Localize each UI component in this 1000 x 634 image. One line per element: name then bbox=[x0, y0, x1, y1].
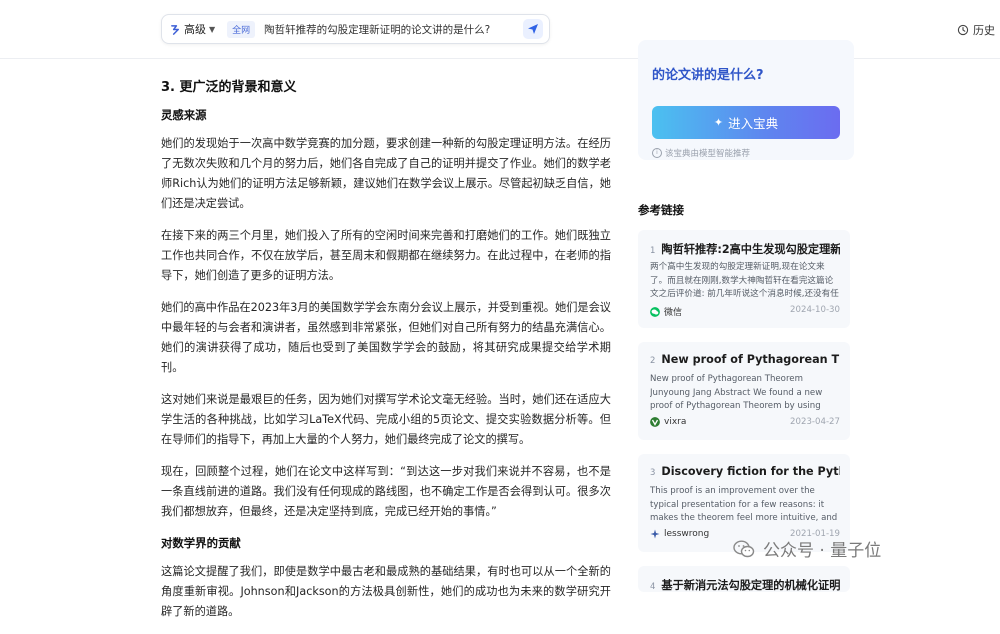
reference-card[interactable]: 1 陶哲轩推荐:2高中生发现勾股定理新证明 两个高中生发现的勾股定理新证明,现在论… bbox=[638, 230, 850, 328]
mode-icon bbox=[171, 24, 179, 35]
ref-title: 陶哲轩推荐:2高中生发现勾股定理新证明 bbox=[661, 243, 840, 256]
paragraph: 她们的高中作品在2023年3月的美国数学学会东南分会议上展示，并受到重视。她们是… bbox=[161, 301, 611, 374]
card-question: 的论文讲的是什么? bbox=[652, 68, 764, 83]
send-button[interactable] bbox=[523, 19, 543, 39]
watermark-text: 公众号 · 量子位 bbox=[763, 541, 882, 561]
ref-number: 4 bbox=[650, 582, 656, 592]
subheading-contribution: 对数学界的贡献 bbox=[161, 536, 241, 550]
paragraph: 现在，回顾整个过程，她们在论文中这样写到：“到达这一步对我们来说并不容易，也不是… bbox=[161, 465, 611, 518]
ref-title: 基于新消元法勾股定理的机械化证明 bbox=[661, 579, 840, 592]
history-button[interactable]: 历史 bbox=[957, 22, 995, 38]
history-icon bbox=[957, 24, 969, 36]
wechat-icon bbox=[650, 306, 660, 317]
baodian-card: 的论文讲的是什么? ✦ 进入宝典 i 该宝典由模型智能推荐 bbox=[638, 40, 854, 160]
card-note: i 该宝典由模型智能推荐 bbox=[652, 147, 750, 159]
paragraph: 她们的发现始于一次高中数学竞赛的加分题，要求创建一种新的勾股定理证明方法。在经历… bbox=[161, 137, 611, 210]
info-icon: i bbox=[652, 148, 662, 158]
ref-date: 2024-10-30 bbox=[790, 305, 840, 315]
sparkle-icon: ✦ bbox=[713, 116, 724, 129]
vixra-icon bbox=[650, 417, 660, 427]
mode-selector[interactable]: 高级 ▼ bbox=[170, 21, 215, 37]
ref-number: 3 bbox=[650, 468, 656, 478]
search-box[interactable]: 高级 ▼ 全网 陶哲轩推荐的勾股定理新证明的论文讲的是什么? bbox=[161, 14, 550, 44]
ref-title: New proof of Pythagorean Theorem bbox=[661, 353, 840, 366]
send-icon bbox=[528, 24, 538, 34]
watermark: 公众号 · 量子位 bbox=[733, 536, 881, 561]
ref-source: vixra bbox=[664, 417, 687, 427]
section-heading: 3. 更广泛的背景和意义 bbox=[161, 80, 297, 95]
paragraph: 这对她们来说是最艰巨的任务，因为她们对撰写学术论文毫无经验。当时，她们还在适应大… bbox=[161, 393, 611, 446]
enter-baodian-button[interactable]: ✦ 进入宝典 bbox=[652, 106, 840, 139]
ref-title: Discovery fiction for the Pythagorean bbox=[661, 465, 840, 478]
subheading-inspiration: 灵感来源 bbox=[161, 108, 207, 122]
reference-card[interactable]: 2 New proof of Pythagorean Theorem New pr… bbox=[638, 342, 850, 440]
history-label: 历史 bbox=[973, 24, 995, 37]
ref-description: 两个高中生发现的勾股定理新证明,现在论文来了。而且就在刚刚,数学大神陶哲轩在看完… bbox=[650, 262, 839, 300]
search-input[interactable]: 陶哲轩推荐的勾股定理新证明的论文讲的是什么? bbox=[264, 22, 490, 37]
reference-card[interactable]: 4 基于新消元法勾股定理的机械化证明 bbox=[638, 566, 850, 592]
ref-description: This proof is an improvement over the ty… bbox=[650, 486, 838, 524]
paragraph: 这篇论文提醒了我们，即使是数学中最古老和最成熟的基础结果，有时也可以从一个全新的… bbox=[161, 565, 611, 618]
ref-source: 微信 bbox=[664, 308, 683, 318]
scope-badge[interactable]: 全网 bbox=[227, 20, 256, 38]
references-title: 参考链接 bbox=[638, 203, 684, 217]
card-note-text: 该宝典由模型智能推荐 bbox=[665, 149, 751, 159]
ref-description: New proof of Pythagorean Theorem Junyoun… bbox=[650, 374, 823, 412]
enter-baodian-label: 进入宝典 bbox=[728, 116, 779, 131]
wechat-logo-icon bbox=[733, 539, 755, 557]
ref-number: 2 bbox=[650, 356, 656, 366]
ref-date: 2023-04-27 bbox=[790, 417, 840, 427]
ref-number: 1 bbox=[650, 246, 656, 256]
mode-label: 高级 bbox=[184, 23, 206, 36]
ref-source: lesswrong bbox=[664, 529, 710, 539]
article-content: 3. 更广泛的背景和意义 灵感来源 她们的发现始于一次高中数学竞赛的加分题，要求… bbox=[161, 58, 611, 634]
lesswrong-icon bbox=[650, 529, 660, 539]
chevron-down-icon: ▼ bbox=[209, 24, 216, 34]
paragraph: 在接下来的两三个月里，她们投入了所有的空闲时间来完善和打磨她们的工作。她们既独立… bbox=[161, 229, 611, 282]
